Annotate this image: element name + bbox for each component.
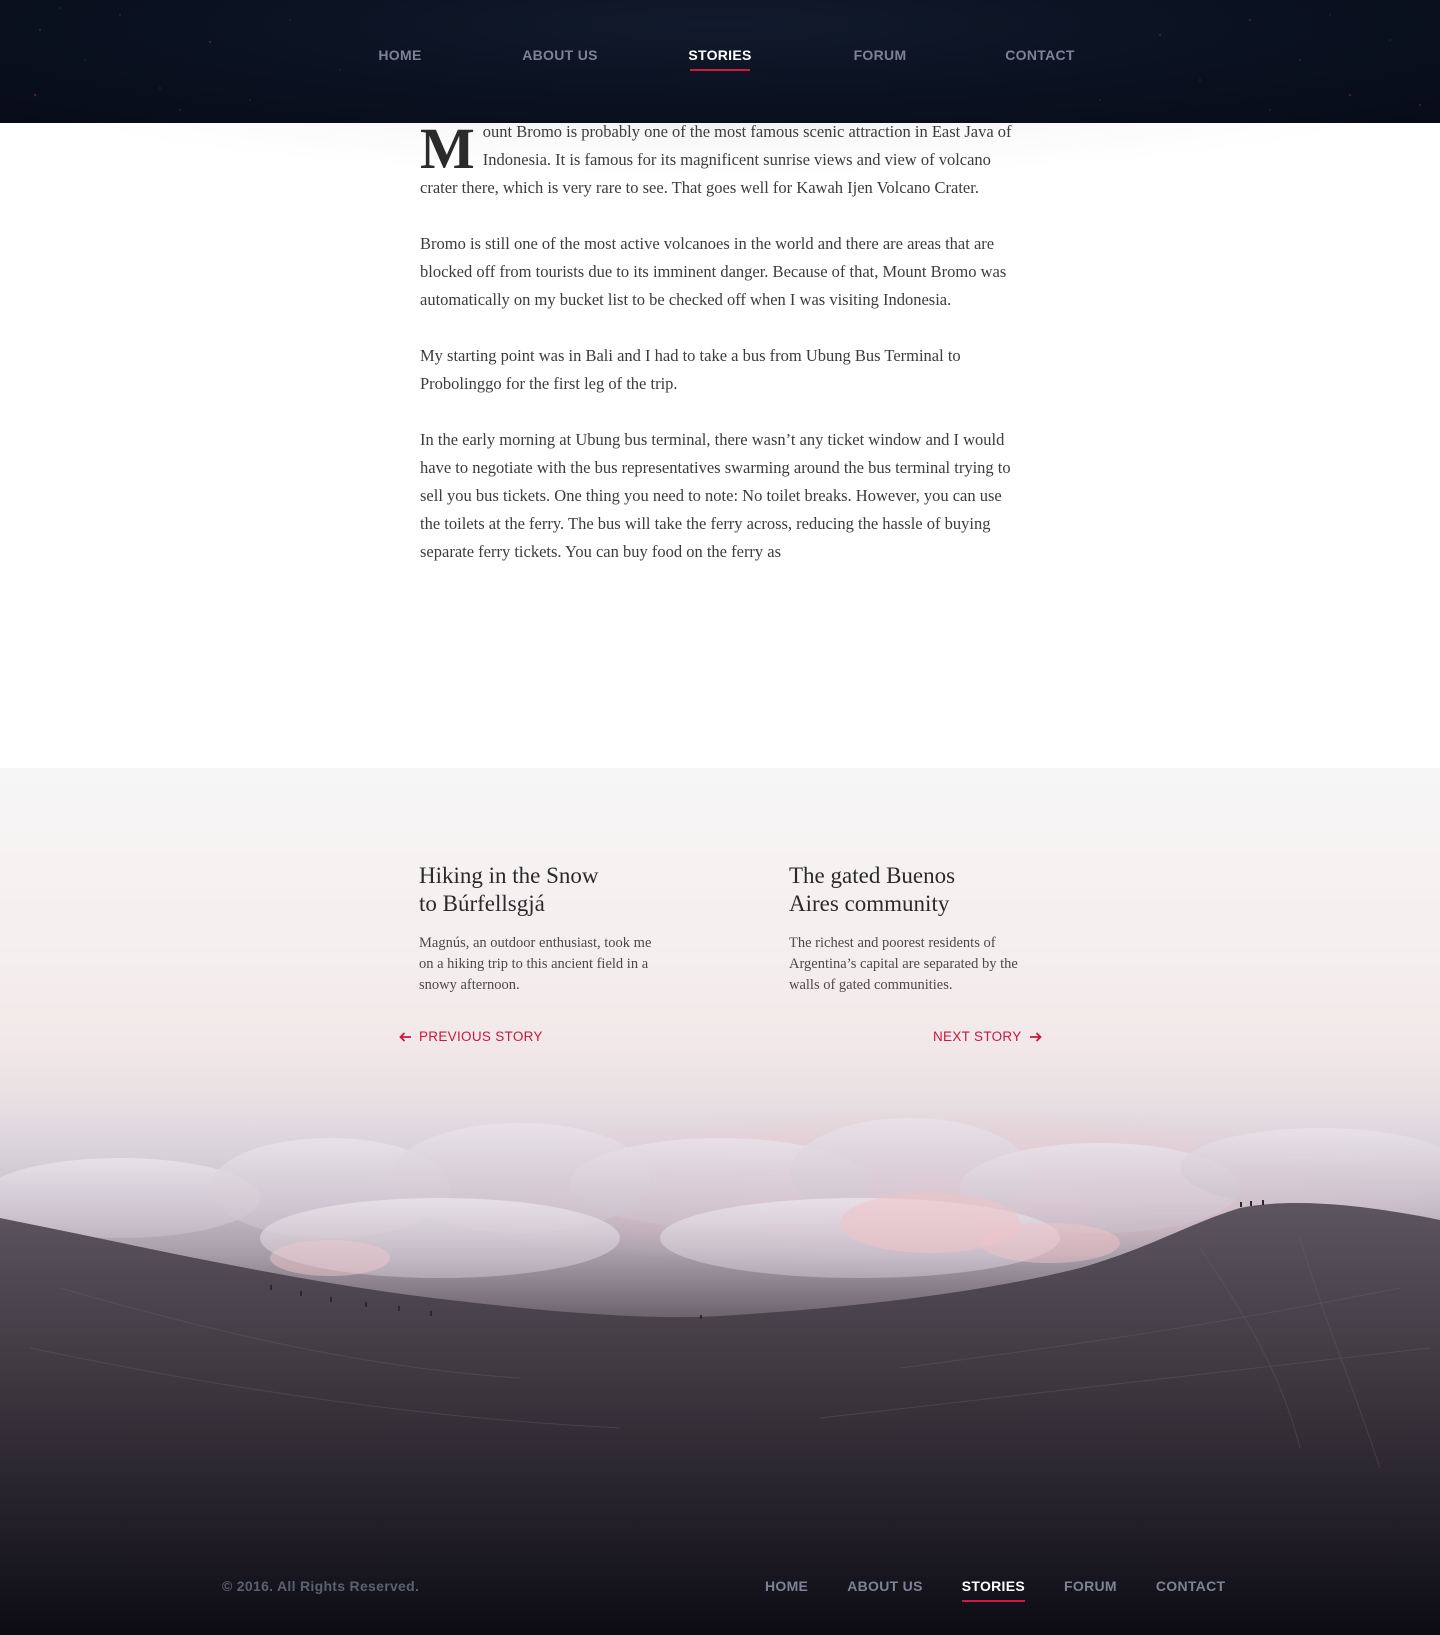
article-body: Mount Bromo is probably one of the most … — [420, 118, 1025, 594]
previous-story-title[interactable]: Hiking in the Snow to Búrfellsgjá — [419, 862, 679, 918]
article-paragraph-3: My starting point was in Bali and I had … — [420, 346, 961, 393]
footer: © 2016. All Rights Reserved. HOME ABOUT … — [0, 1540, 1440, 1635]
previous-story-label: PREVIOUS STORY — [419, 1029, 543, 1044]
footer-nav-about-us[interactable]: ABOUT US — [847, 1578, 923, 1594]
nav-stories[interactable]: STORIES — [670, 47, 770, 63]
article-paragraph-2: Bromo is still one of the most active vo… — [420, 234, 1007, 309]
nav-about-us[interactable]: ABOUT US — [510, 47, 610, 63]
nav-forum[interactable]: FORUM — [830, 47, 930, 63]
next-story-label: NEXT STORY — [933, 1029, 1022, 1044]
article-paragraph-4: In the early morning at Ubung bus termin… — [420, 430, 1011, 561]
copyright-text: © 2016. All Rights Reserved. — [222, 1578, 420, 1594]
top-header: HOME ABOUT US STORIES FORUM CONTACT — [0, 0, 1440, 123]
previous-story-card[interactable]: Hiking in the Snow to Búrfellsgjá Magnús… — [419, 862, 679, 996]
nav-home[interactable]: HOME — [350, 47, 450, 63]
previous-story-link[interactable]: PREVIOUS STORY — [399, 1029, 543, 1044]
next-story-link[interactable]: NEXT STORY — [933, 1029, 1042, 1044]
next-story-title[interactable]: The gated Buenos Aires community — [789, 862, 1049, 918]
volcano-crater-image — [0, 1098, 1440, 1635]
footer-nav-forum[interactable]: FORUM — [1064, 1578, 1117, 1594]
footer-nav-contact[interactable]: CONTACT — [1156, 1578, 1226, 1594]
footer-nav-home[interactable]: HOME — [765, 1578, 808, 1594]
arrow-right-icon — [1029, 1031, 1042, 1042]
arrow-left-icon — [399, 1031, 412, 1042]
more-stories-section: Hiking in the Snow to Búrfellsgjá Magnús… — [0, 768, 1440, 1635]
article-paragraph-1: Mount Bromo is probably one of the most … — [420, 118, 1025, 202]
article-paragraph-1-text: ount Bromo is probably one of the most f… — [420, 122, 1012, 197]
previous-story-excerpt: Magnús, an outdoor enthusiast, took me o… — [419, 935, 652, 993]
main-nav: HOME ABOUT US STORIES FORUM CONTACT — [0, 0, 1440, 110]
next-story-excerpt: The richest and poorest residents of Arg… — [789, 935, 1018, 993]
nav-contact[interactable]: CONTACT — [990, 47, 1090, 63]
next-story-card[interactable]: The gated Buenos Aires community The ric… — [789, 862, 1049, 996]
footer-nav: HOME ABOUT US STORIES FORUM CONTACT — [765, 1578, 1226, 1602]
footer-nav-stories[interactable]: STORIES — [961, 1578, 1026, 1602]
drop-cap: M — [420, 116, 475, 181]
